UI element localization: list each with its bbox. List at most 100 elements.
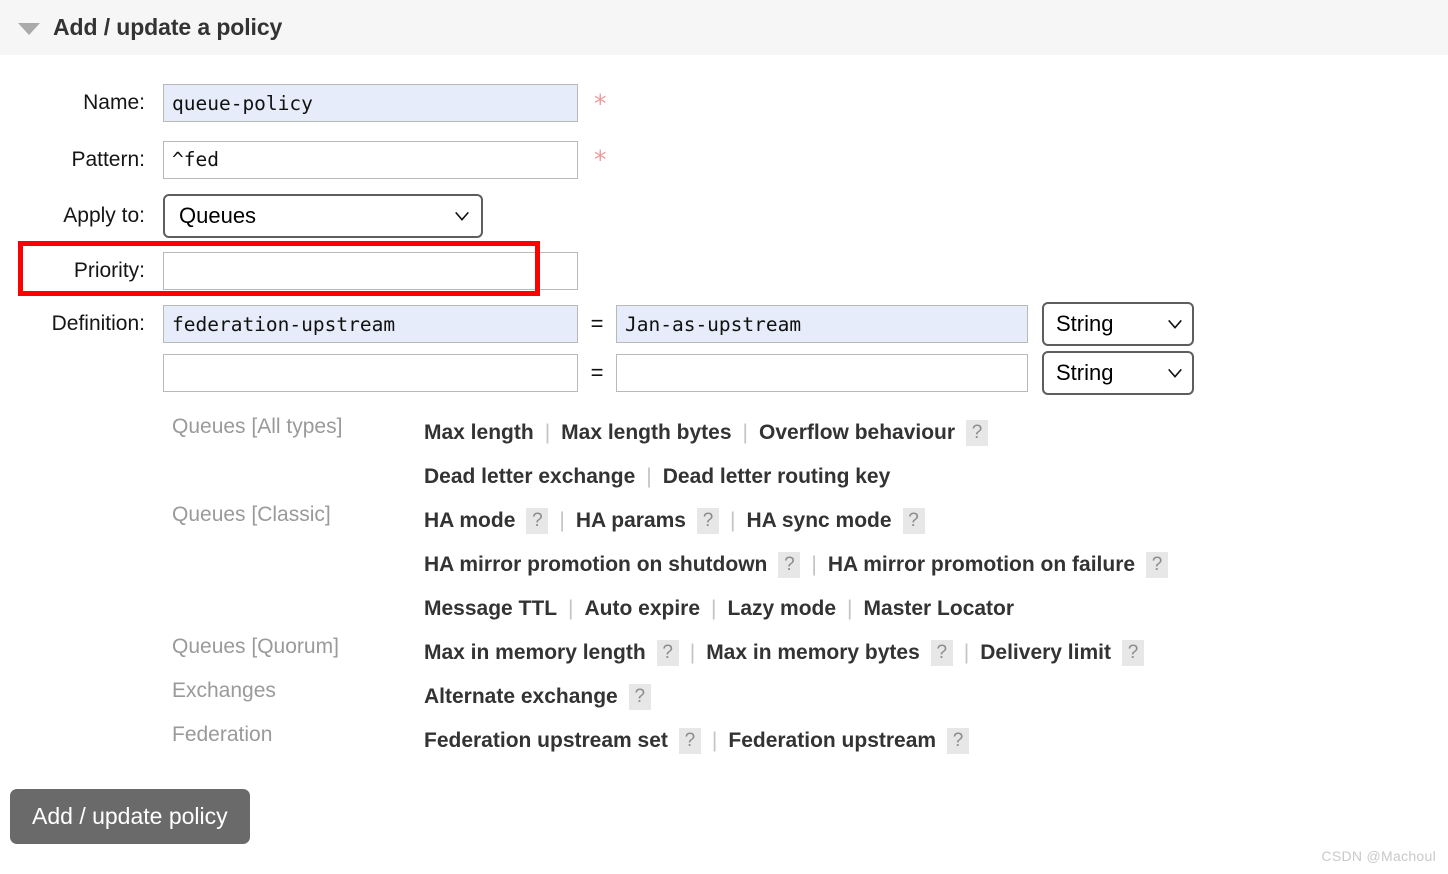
- help-icon[interactable]: ?: [1146, 552, 1169, 578]
- pattern-required-marker: *: [594, 145, 607, 174]
- param-group-label: Queues [Classic]: [172, 503, 331, 526]
- param-link[interactable]: Overflow behaviour: [759, 421, 955, 445]
- policy-parameter-shortcuts: Queues [All types] Max length | Max length …: [0, 411, 1448, 763]
- param-link[interactable]: HA mirror promotion on shutdown: [424, 553, 767, 577]
- param-line: Federation upstream set? | Federation upst…: [424, 719, 1448, 763]
- definition-type-select-1[interactable]: String: [1042, 302, 1194, 346]
- param-link[interactable]: Dead letter exchange: [424, 465, 635, 489]
- param-link[interactable]: Delivery limit: [980, 641, 1111, 665]
- param-separator: |: [646, 465, 652, 488]
- help-icon[interactable]: ?: [678, 728, 701, 754]
- param-group-links: HA mode? | HA params? | HA sync mode? HA mirr…: [424, 499, 1448, 631]
- chevron-down-icon: [455, 211, 469, 221]
- form-row-definition-1: Definition: = String: [0, 299, 1448, 349]
- param-link[interactable]: Auto expire: [585, 597, 701, 621]
- param-line: Message TTL | Auto expire | Lazy mode | Master…: [424, 587, 1448, 631]
- priority-input[interactable]: [163, 252, 578, 290]
- definition-equals-2: =: [590, 360, 604, 385]
- apply-to-label: Apply to:: [63, 203, 145, 227]
- definition-value-input-2[interactable]: [616, 354, 1028, 392]
- page-title: Add / update a policy: [53, 14, 283, 40]
- help-icon[interactable]: ?: [1121, 640, 1144, 666]
- policy-form: Name: * Pattern: * Apply to: Queues Prio…: [0, 55, 1448, 844]
- param-group-label: Queues [Quorum]: [172, 635, 339, 658]
- param-group-links: Max length | Max length bytes | Overflow beh…: [424, 411, 1448, 499]
- param-link[interactable]: Max in memory bytes: [706, 641, 920, 665]
- definition-type-value-2: String: [1056, 360, 1114, 385]
- help-icon[interactable]: ?: [526, 508, 549, 534]
- help-icon[interactable]: ?: [778, 552, 801, 578]
- param-link[interactable]: HA params: [576, 509, 686, 533]
- param-link[interactable]: Master Locator: [864, 597, 1015, 621]
- param-link[interactable]: Federation upstream: [728, 729, 936, 753]
- param-group-label: Queues [All types]: [172, 415, 343, 438]
- form-row-apply-to: Apply to: Queues: [0, 188, 1448, 243]
- param-line: Dead letter exchange | Dead letter routing…: [424, 455, 1448, 499]
- definition-label: Definition:: [51, 312, 145, 335]
- param-link[interactable]: Dead letter routing key: [663, 465, 891, 489]
- param-link[interactable]: Max length bytes: [561, 421, 731, 445]
- param-separator: |: [742, 421, 748, 444]
- submit-row: Add / update policy: [0, 789, 1448, 844]
- param-separator: |: [559, 509, 565, 532]
- param-line: Max in memory length? | Max in memory byte…: [424, 631, 1448, 675]
- definition-key-input-2[interactable]: [163, 354, 578, 392]
- section-header[interactable]: Add / update a policy: [0, 0, 1448, 55]
- name-required-marker: *: [594, 88, 607, 118]
- param-separator: |: [847, 597, 853, 620]
- param-group-label: Exchanges: [172, 679, 276, 702]
- param-group-links: Max in memory length? | Max in memory byte…: [424, 631, 1448, 675]
- add-update-policy-button[interactable]: Add / update policy: [10, 789, 250, 844]
- chevron-down-icon: [1168, 368, 1182, 378]
- triangle-down-icon[interactable]: [18, 22, 40, 35]
- help-icon[interactable]: ?: [656, 640, 679, 666]
- param-link[interactable]: Max length: [424, 421, 534, 445]
- param-link[interactable]: HA mode: [424, 509, 515, 533]
- definition-key-input-1[interactable]: [163, 305, 578, 343]
- form-row-priority: Priority:: [0, 243, 1448, 299]
- param-line: HA mirror promotion on shutdown? | HA mirr…: [424, 543, 1448, 587]
- param-separator: |: [544, 421, 551, 444]
- form-row-definition-2: = String: [0, 349, 1448, 397]
- param-link[interactable]: Federation upstream set: [424, 729, 668, 753]
- help-icon[interactable]: ?: [947, 728, 970, 754]
- apply-to-selected-value: Queues: [179, 202, 257, 228]
- param-link[interactable]: HA mirror promotion on failure: [828, 553, 1135, 577]
- pattern-label: Pattern:: [71, 147, 145, 171]
- watermark: CSDN @Machoul: [1321, 848, 1436, 864]
- chevron-down-icon: [1168, 319, 1182, 329]
- param-separator: |: [729, 509, 736, 532]
- name-input[interactable]: [163, 84, 578, 122]
- param-separator: |: [689, 641, 696, 664]
- apply-to-select[interactable]: Queues: [163, 193, 483, 238]
- param-separator: |: [711, 597, 717, 620]
- help-icon[interactable]: ?: [966, 420, 989, 446]
- definition-equals-1: =: [590, 311, 604, 336]
- param-line: Max length | Max length bytes | Overflow beh…: [424, 411, 1448, 455]
- form-row-name: Name: *: [0, 75, 1448, 131]
- help-icon[interactable]: ?: [696, 508, 719, 534]
- help-icon[interactable]: ?: [930, 640, 953, 666]
- param-group-links: Federation upstream set? | Federation upst…: [424, 719, 1448, 763]
- definition-value-input-1[interactable]: [616, 305, 1028, 343]
- form-row-pattern: Pattern: *: [0, 131, 1448, 188]
- param-link[interactable]: HA sync mode: [746, 509, 891, 533]
- definition-type-select-2[interactable]: String: [1042, 351, 1194, 395]
- name-label: Name:: [83, 91, 145, 114]
- param-separator: |: [568, 597, 574, 620]
- param-link[interactable]: Alternate exchange: [424, 685, 618, 709]
- priority-label: Priority:: [73, 259, 145, 282]
- param-group-label: Federation: [172, 723, 273, 746]
- param-separator: |: [963, 641, 970, 664]
- param-line: Alternate exchange?: [424, 675, 1448, 719]
- param-link[interactable]: Max in memory length: [424, 641, 646, 665]
- help-icon[interactable]: ?: [628, 684, 651, 710]
- pattern-input[interactable]: [163, 140, 578, 179]
- param-group-links: Alternate exchange?: [424, 675, 1448, 719]
- param-link[interactable]: Message TTL: [424, 597, 557, 621]
- param-link[interactable]: Lazy mode: [728, 597, 837, 621]
- param-separator: |: [711, 729, 718, 752]
- help-icon[interactable]: ?: [902, 508, 925, 534]
- param-separator: |: [811, 553, 817, 576]
- param-line: HA mode? | HA params? | HA sync mode?: [424, 499, 1448, 543]
